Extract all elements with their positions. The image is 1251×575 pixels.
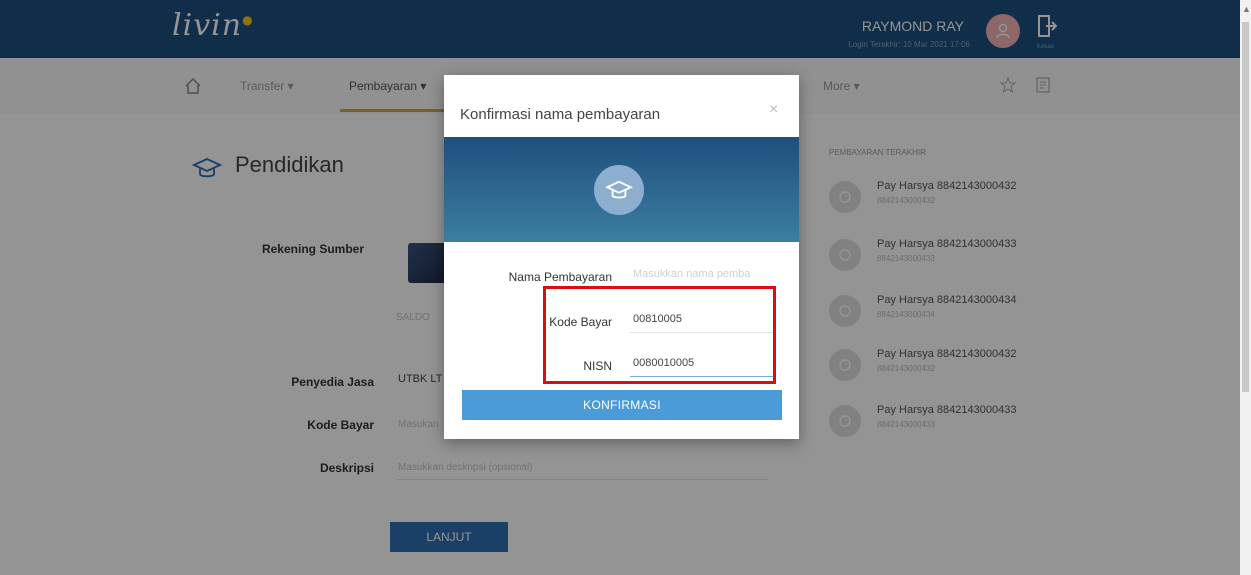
confirmation-modal: Konfirmasi nama pembayaran × Nama Pembay… [444, 75, 799, 439]
modal-hero-banner [444, 137, 799, 242]
highlight-annotation [543, 286, 776, 384]
konfirmasi-button[interactable]: KONFIRMASI [462, 390, 782, 420]
modal-title: Konfirmasi nama pembayaran [460, 106, 661, 123]
hero-badge [594, 165, 644, 215]
scroll-up-arrow-icon[interactable]: ▲ [1242, 4, 1251, 14]
close-icon[interactable]: × [769, 101, 778, 119]
nama-pembayaran-label: Nama Pembayaran [508, 270, 612, 284]
nama-pembayaran-input[interactable] [630, 261, 773, 288]
graduation-cap-icon [605, 180, 633, 199]
scrollbar-thumb[interactable] [1242, 22, 1249, 392]
